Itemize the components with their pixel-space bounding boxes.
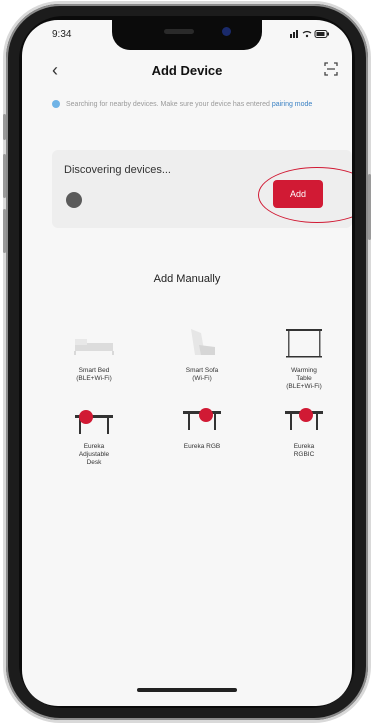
device-label: Eureka xyxy=(83,443,105,450)
device-sublabel-2: Desk xyxy=(86,459,102,466)
speaker xyxy=(164,29,194,34)
device-label: Smart Sofa xyxy=(185,367,219,374)
status-time: 9:34 xyxy=(52,29,72,40)
device-label: Eureka xyxy=(293,443,315,450)
page-title: Add Device xyxy=(151,63,223,78)
home-indicator[interactable] xyxy=(137,688,237,692)
hint-text: Searching for nearby devices. Make sure … xyxy=(66,101,272,108)
battery-icon xyxy=(290,30,329,38)
header: ‹ Add Device xyxy=(22,60,352,84)
discovered-devices-card: Discovering devices... Add xyxy=(52,150,352,228)
device-sublabel: Adjustable xyxy=(78,451,110,458)
rgbic-desk-icon xyxy=(264,401,344,437)
device-eureka-rgb[interactable]: Eureka RGB xyxy=(162,401,242,451)
device-eureka-adjustable-desk[interactable]: Eureka Adjustable Desk xyxy=(54,401,134,467)
device-label: Eureka RGB xyxy=(183,443,221,450)
volume-down-button xyxy=(3,209,6,253)
discovered-device-icon xyxy=(66,192,82,208)
status-icons xyxy=(290,29,330,42)
power-button xyxy=(368,174,371,240)
device-sublabel: (BLE+Wi-Fi) xyxy=(76,375,112,382)
notch xyxy=(112,20,262,50)
info-icon xyxy=(52,100,60,109)
rgb-desk-icon xyxy=(162,401,242,437)
pairing-mode-link[interactable]: pairing mode xyxy=(272,101,312,108)
device-sublabel: Table xyxy=(296,375,312,382)
mute-switch xyxy=(3,114,6,140)
add-manually-heading: Add Manually xyxy=(153,273,221,285)
volume-up-button xyxy=(3,154,6,198)
device-sublabel: RGBIC xyxy=(293,451,315,458)
scan-icon[interactable] xyxy=(324,62,338,76)
device-eureka-rgbic[interactable]: Eureka RGBIC xyxy=(264,401,344,459)
add-button[interactable]: Add xyxy=(273,180,323,208)
device-smart-sofa[interactable]: Smart Sofa (Wi-Fi) xyxy=(162,325,242,383)
device-sublabel-2: (BLE+Wi-Fi) xyxy=(286,383,322,390)
bed-icon xyxy=(54,325,134,361)
device-sublabel: (Wi-Fi) xyxy=(192,375,212,382)
desk-icon xyxy=(54,401,134,437)
app-screen: 9:34 ‹ Add Device Searching for nearby d… xyxy=(22,20,352,706)
discovering-label: Discovering devices... xyxy=(64,164,171,176)
front-camera xyxy=(222,27,231,36)
table-icon xyxy=(264,325,344,361)
search-hint: Searching for nearby devices. Make sure … xyxy=(52,98,337,112)
device-label: Smart Bed xyxy=(78,367,110,374)
sofa-icon xyxy=(162,325,242,361)
device-warming-table[interactable]: Warming Table (BLE+Wi-Fi) xyxy=(264,325,344,391)
device-label: Warming xyxy=(291,367,317,374)
device-smart-bed[interactable]: Smart Bed (BLE+Wi-Fi) xyxy=(54,325,134,383)
